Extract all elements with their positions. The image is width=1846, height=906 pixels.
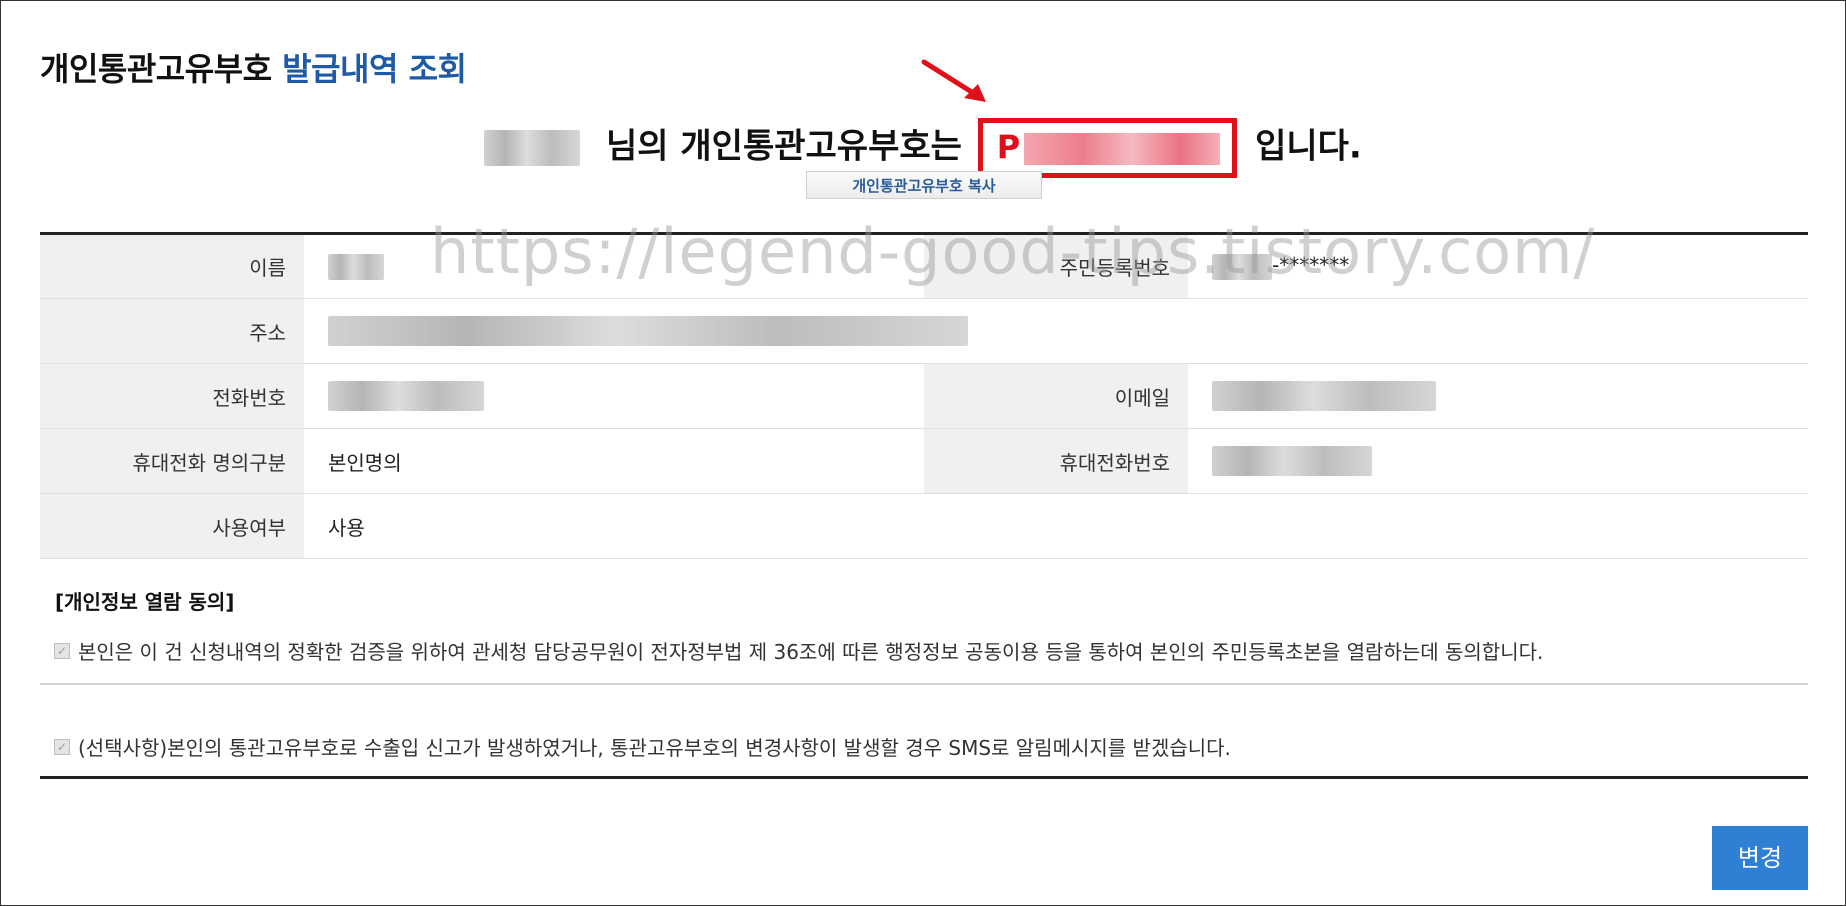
applicant-info-table: 이름 주민등록번호 -******* 주소 전화번호 이메일 휴대전화 명의구분… [40,232,1808,559]
consent-1-checkbox[interactable]: ✓ [54,642,70,659]
page-title-accent: 발급내역 조회 [282,50,467,88]
page-title-main: 개인통관고유부호 [40,50,272,88]
address-redacted [328,316,968,346]
customs-code-prefix: P [996,128,1021,166]
consent-1-text: 본인은 이 건 신청내역의 정확한 검증을 위하여 관세청 담당공무원이 전자정… [78,640,1544,664]
consent-2-text: (선택사항)본인의 통관고유부호로 수출입 신고가 발생하였거나, 통관고유부호… [78,736,1231,760]
mobile-number-label: 휴대전화번호 [924,428,1188,494]
headline-end: 입니다. [1255,126,1362,167]
email-redacted [1212,381,1436,411]
phone-label: 전화번호 [40,363,304,429]
use-label: 사용여부 [40,493,304,559]
phone-redacted [328,381,484,411]
mobile-number-value [1188,428,1808,494]
rrn-value: -******* [1188,233,1808,299]
address-label: 주소 [40,298,304,364]
copy-code-button[interactable]: 개인통관고유부호 복사 [806,171,1042,199]
page-title: 개인통관고유부호 발급내역 조회 [40,44,467,90]
divider [40,776,1808,779]
customs-code-redacted [1024,132,1221,165]
table-row: 주소 [40,298,1808,364]
use-value: 사용 [304,493,1808,559]
mobile-number-redacted [1212,446,1372,476]
table-row: 휴대전화 명의구분 본인명의 휴대전화번호 [40,428,1808,494]
name-value [304,233,924,299]
table-row: 사용여부 사용 [40,493,1808,559]
rrn-masked-tail: -******* [1272,253,1350,278]
address-value [304,298,1808,364]
consent-item-1[interactable]: ✓ 본인은 이 건 신청내역의 정확한 검증을 위하여 관세청 담당공무원이 전… [54,636,1543,665]
consent-item-2[interactable]: ✓ (선택사항)본인의 통관고유부호로 수출입 신고가 발생하였거나, 통관고유… [54,732,1231,761]
headline-name-suffix: 님의 개인통관고유부호는 [606,126,962,167]
consent-2-checkbox[interactable]: ✓ [54,738,70,755]
email-label: 이메일 [924,363,1188,429]
red-arrow-icon [921,59,986,102]
name-redacted [328,253,384,280]
customs-code-highlight: P [977,118,1238,178]
rrn-label: 주민등록번호 [924,233,1188,299]
email-value [1188,363,1808,429]
phone-value [304,363,924,429]
divider [40,683,1808,685]
table-row: 이름 주민등록번호 -******* [40,233,1808,299]
mobile-type-value: 본인명의 [304,428,924,494]
table-row: 전화번호 이메일 [40,363,1808,429]
change-button[interactable]: 변경 [1712,826,1808,890]
consent-title: [개인정보 열람 동의] [55,590,235,614]
code-headline: 님의 개인통관고유부호는 P 입니다. [0,118,1846,178]
name-label: 이름 [40,233,304,299]
mobile-type-label: 휴대전화 명의구분 [40,428,304,494]
user-name-redacted [484,130,581,166]
rrn-redacted [1212,253,1272,280]
